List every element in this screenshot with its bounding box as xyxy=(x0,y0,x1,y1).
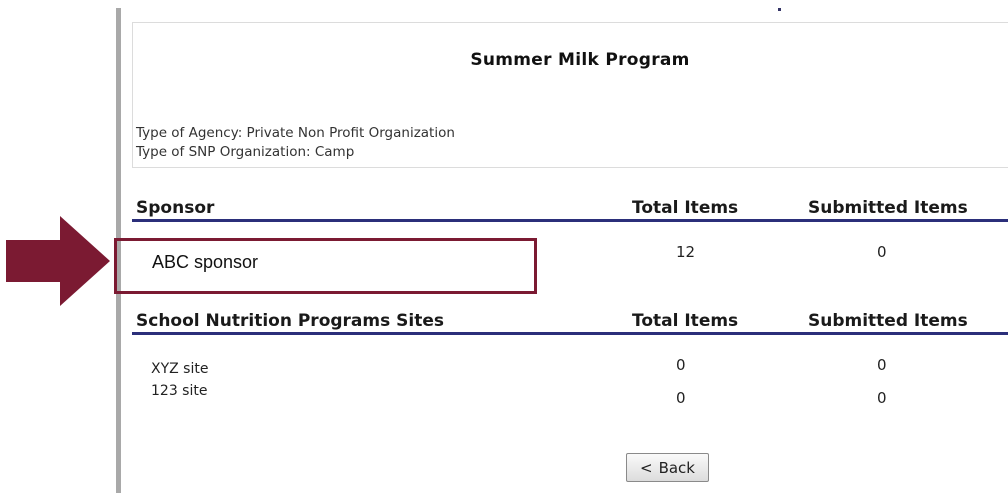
back-button-label: Back xyxy=(658,458,695,477)
sponsor-total-items-value: 12 xyxy=(676,243,696,261)
site-submitted-items-value: 0 xyxy=(877,389,887,407)
highlight-box xyxy=(114,238,537,294)
sites-table-header: School Nutrition Programs Sites Total It… xyxy=(132,311,1008,335)
app-window: Summer Milk Program Type of Agency: Priv… xyxy=(0,0,1008,493)
sponsor-column-header: Sponsor xyxy=(136,198,215,218)
sponsor-submitted-items-header: Submitted Items xyxy=(808,198,968,218)
arrow-right-icon xyxy=(6,216,110,306)
site-total-items-value: 0 xyxy=(676,389,686,407)
site-total-items-value: 0 xyxy=(676,356,686,374)
sponsor-submitted-items-value: 0 xyxy=(877,243,887,261)
site-name-link[interactable]: 123 site xyxy=(151,383,207,399)
page-title: Summer Milk Program xyxy=(470,50,690,70)
snp-organization-type-text: Type of SNP Organization: Camp xyxy=(136,144,355,160)
agency-type-text: Type of Agency: Private Non Profit Organ… xyxy=(136,125,455,141)
back-button[interactable]: < Back xyxy=(626,453,709,482)
sponsor-total-items-header: Total Items xyxy=(632,198,739,218)
sites-total-items-header: Total Items xyxy=(632,311,739,331)
site-submitted-items-value: 0 xyxy=(877,356,887,374)
sponsor-table-header: Sponsor Total Items Submitted Items xyxy=(132,198,1008,222)
top-marker xyxy=(778,8,781,11)
sites-submitted-items-header: Submitted Items xyxy=(808,311,968,331)
site-name-link[interactable]: XYZ site xyxy=(151,361,208,377)
chevron-left-icon: < xyxy=(640,458,653,477)
sites-column-header: School Nutrition Programs Sites xyxy=(136,311,444,331)
